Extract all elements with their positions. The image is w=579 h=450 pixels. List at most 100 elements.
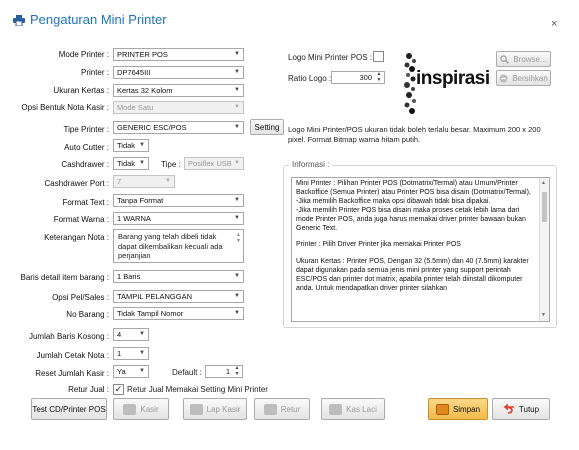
- tipe-cashdrawer-value: Posiflex USB: [188, 159, 232, 168]
- logo-mark-icon: [404, 53, 416, 114]
- browse-label: Browse...: [513, 54, 547, 64]
- format-warna-select[interactable]: 1 WARNA ▼: [113, 212, 244, 225]
- tipe-printer-select[interactable]: GENERIC ESC/POS ▼: [113, 121, 244, 134]
- tipe-cashdrawer-select: Posiflex USB ▼: [184, 157, 244, 170]
- label-printer: Printer :: [80, 68, 109, 77]
- label-tipe-cashdrawer: Tipe :: [161, 160, 181, 169]
- logo-note: Logo Mini Printer/POS ukuran tidak boleh…: [288, 125, 541, 144]
- chevron-down-icon: ▼: [165, 178, 171, 184]
- label-auto-cutter: Auto Cutter :: [64, 143, 109, 152]
- opsi-pel-sales-select[interactable]: TAMPIL PELANGGAN ▼: [113, 290, 244, 303]
- label-cashdrawer-port: Cashdrawer Port :: [44, 179, 109, 188]
- keterangan-nota-value: Barang yang telah dibeli tidak dapat dik…: [118, 232, 223, 260]
- setting-button[interactable]: Setting: [250, 119, 284, 135]
- print-icon: [123, 403, 137, 415]
- spinner-arrows-icon[interactable]: ▲ ▼: [375, 71, 383, 83]
- informasi-legend: Informasi :: [289, 160, 333, 169]
- jumlah-baris-kosong-value: 4: [117, 330, 122, 339]
- kas-laci-button: Kas Laci: [321, 398, 385, 420]
- chevron-down-icon: ▼: [139, 331, 145, 337]
- kas-laci-label: Kas Laci: [346, 404, 377, 414]
- info-paragraph-2: Printer : Pilih Driver Printer jika mema…: [296, 241, 461, 249]
- browse-button: Browse...: [496, 51, 551, 67]
- jumlah-cetak-nota-select[interactable]: 1 ▼: [113, 347, 149, 360]
- opsi-bentuk-nota-select: Mode Satu ▼: [113, 101, 244, 114]
- info-paragraph-3: Ukuran Kertas : Printer POS, Dengan 32 (…: [296, 258, 529, 293]
- printer-value: DP7645III: [117, 68, 151, 77]
- label-cashdrawer: Cashdrawer :: [61, 160, 109, 169]
- format-text-select[interactable]: Tanpa Format ▼: [113, 194, 244, 207]
- cashdrawer-port-value: 7: [117, 177, 122, 186]
- print-icon: [189, 403, 203, 415]
- chevron-down-icon: ▼: [139, 368, 145, 374]
- reset-jumlah-kasir-value: Ya: [117, 367, 126, 376]
- jumlah-cetak-nota-value: 1: [117, 349, 122, 358]
- label-tipe-printer: Tipe Printer :: [63, 125, 110, 134]
- chevron-down-icon: ▼: [139, 160, 145, 166]
- mode-printer-value: PRINTER POS: [117, 50, 168, 59]
- auto-cutter-value: Tidak: [117, 141, 136, 150]
- chevron-down-icon: ▼: [234, 87, 240, 93]
- printer-select[interactable]: DP7645III ▼: [113, 66, 244, 79]
- spinner-arrows-icon[interactable]: ▲ ▼: [233, 365, 241, 377]
- ukuran-kertas-select[interactable]: Kertas 32 Kolom ▼: [113, 84, 244, 97]
- opsi-bentuk-nota-value: Mode Satu: [117, 103, 154, 112]
- chevron-down-icon: ▼: [234, 160, 240, 166]
- auto-cutter-select[interactable]: Tidak ▼: [113, 139, 149, 152]
- label-reset-jumlah-kasir: Reset Jumlah Kasir :: [35, 369, 109, 378]
- label-mode-printer: Mode Printer :: [58, 50, 109, 59]
- default-spinner[interactable]: 1 ▲ ▼: [205, 365, 243, 378]
- label-default: Default :: [172, 368, 202, 377]
- simpan-button[interactable]: Simpan: [428, 398, 488, 420]
- printer-icon: [13, 15, 25, 26]
- chevron-down-icon: ▼: [139, 142, 145, 148]
- mode-printer-select[interactable]: PRINTER POS ▼: [113, 48, 244, 61]
- chevron-down-icon: ▼: [234, 293, 240, 299]
- no-barang-select[interactable]: Tidak Tampil Nomor ▼: [113, 307, 244, 320]
- scrollbar-thumb[interactable]: [542, 192, 547, 222]
- scroll-arrows-icon: ▲ ▼: [236, 232, 241, 244]
- chevron-down-icon: ▼: [234, 273, 240, 279]
- chevron-down-icon: ▼: [139, 350, 145, 356]
- reset-jumlah-kasir-select[interactable]: Ya ▼: [113, 365, 149, 378]
- chevron-down-icon: ▼: [234, 197, 240, 203]
- retur-jual-checkbox-label: Retur Jual Memakai Setting Mini Printer: [127, 385, 268, 394]
- logo-checkbox[interactable]: [373, 51, 384, 62]
- ratio-logo-value: 300: [359, 73, 372, 82]
- informasi-textbox[interactable]: Mini Printer : Pilihan Printer POS (Dotm…: [291, 177, 550, 322]
- default-value: 1: [225, 367, 230, 376]
- scroll-up-icon[interactable]: ▲: [541, 179, 546, 188]
- bersihkan-button: Bersihkan: [496, 70, 551, 86]
- scrollbar[interactable]: ▲ ▼: [539, 178, 549, 321]
- test-printer-button[interactable]: Test CD/Printer POS: [31, 398, 107, 420]
- cashdrawer-select[interactable]: Tidak ▼: [113, 157, 149, 170]
- tutup-label: Tutup: [518, 404, 540, 414]
- drawer-icon: [329, 403, 343, 415]
- simpan-label: Simpan: [452, 404, 481, 414]
- retur-label: Retur: [280, 404, 301, 414]
- retur-jual-checkbox[interactable]: ✓: [113, 384, 124, 395]
- lap-kasir-button: Lap Kasir: [183, 398, 247, 420]
- logo-text: inspirasibiz: [416, 68, 491, 89]
- label-ukuran-kertas: Ukuran Kertas :: [53, 86, 109, 95]
- window-title: Pengaturan Mini Printer: [30, 12, 167, 27]
- label-no-barang: No Barang :: [66, 310, 109, 319]
- cashdrawer-port-select: 7 ▼: [113, 175, 175, 188]
- label-format-text: Format Text :: [62, 198, 109, 207]
- ratio-logo-spinner[interactable]: 300 ▲ ▼: [331, 71, 385, 84]
- tutup-button[interactable]: Tutup: [492, 398, 550, 420]
- jumlah-baris-kosong-select[interactable]: 4 ▼: [113, 328, 149, 341]
- scroll-down-icon[interactable]: ▼: [541, 311, 546, 320]
- kasir-button: Kasir: [113, 398, 169, 420]
- ukuran-kertas-value: Kertas 32 Kolom: [117, 86, 173, 95]
- tipe-printer-value: GENERIC ESC/POS: [117, 123, 187, 132]
- lap-kasir-label: Lap Kasir: [206, 404, 241, 414]
- chevron-down-icon: ▼: [234, 215, 240, 221]
- logo-checkbox-label: Logo Mini Printer POS :: [288, 53, 373, 62]
- format-warna-value: 1 WARNA: [117, 214, 151, 223]
- close-button[interactable]: ×: [551, 19, 557, 30]
- baris-detail-select[interactable]: 1 Baris ▼: [113, 270, 244, 283]
- keterangan-nota-textarea[interactable]: Barang yang telah dibeli tidak dapat dik…: [113, 229, 244, 263]
- label-opsi-pel-sales: Opsi Pel/Sales :: [52, 293, 109, 302]
- logo-preview: inspirasibiz: [401, 48, 491, 116]
